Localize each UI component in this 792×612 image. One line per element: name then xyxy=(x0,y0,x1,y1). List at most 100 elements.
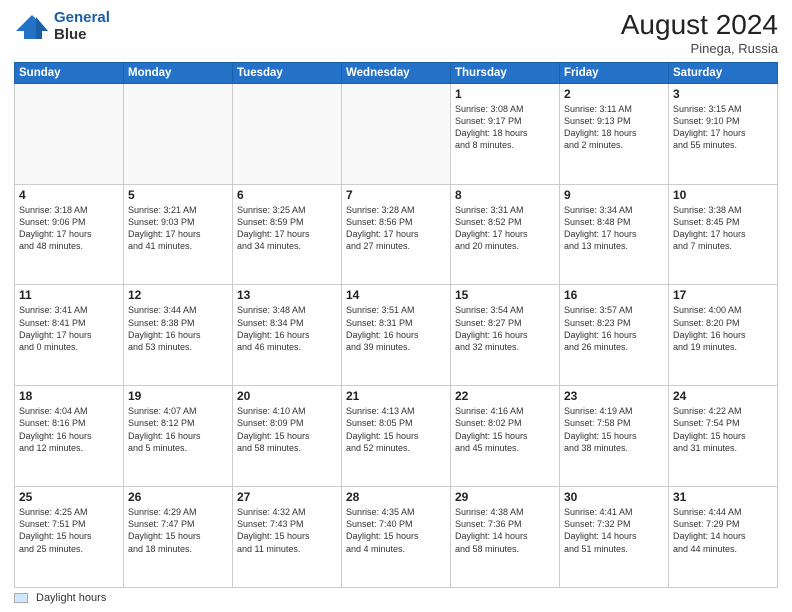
day-number-28: 28 xyxy=(346,490,446,504)
day-cell-15: 15Sunrise: 3:54 AM Sunset: 8:27 PM Dayli… xyxy=(451,285,560,386)
footer: Daylight hours xyxy=(14,592,778,604)
day-info-8: Sunrise: 3:31 AM Sunset: 8:52 PM Dayligh… xyxy=(455,204,555,253)
day-cell-26: 26 Sunrise: 4:29 AM Sunset: 7:47 PM Dayli… xyxy=(124,487,233,588)
day-cell-23: 23Sunrise: 4:19 AM Sunset: 7:58 PM Dayli… xyxy=(560,386,669,487)
day-number-12: 12 xyxy=(128,288,228,302)
day-info-11: Sunrise: 3:41 AM Sunset: 8:41 PM Dayligh… xyxy=(19,304,119,353)
day-cell-11: 11 Sunrise: 3:41 AM Sunset: 8:41 PM Dayli… xyxy=(15,285,124,386)
day-cell-29: 29 Sunrise: 4:38 AM Sunset: 7:36 PM Dayli… xyxy=(451,487,560,588)
weekday-header-row: SundayMondayTuesdayWednesdayThursdayFrid… xyxy=(15,62,778,83)
day-number-17: 17 xyxy=(673,288,773,302)
weekday-header-saturday: Saturday xyxy=(669,62,778,83)
calendar-table: SundayMondayTuesdayWednesdayThursdayFrid… xyxy=(14,62,778,588)
day-number-4: 4 xyxy=(19,188,119,202)
logo-text: General Blue xyxy=(54,10,110,43)
title-block: August 2024 Pinega, Russia xyxy=(621,10,778,56)
day-cell-12: 12 Sunrise: 3:44 AM Sunset: 8:38 PM Dayli… xyxy=(124,285,233,386)
week-row-3: 18Sunrise: 4:04 AM Sunset: 8:16 PM Dayli… xyxy=(15,386,778,487)
empty-cell xyxy=(124,83,233,184)
header: General Blue August 2024 Pinega, Russia xyxy=(14,10,778,56)
day-number-5: 5 xyxy=(128,188,228,202)
day-cell-1: 1 Sunrise: 3:08 AM Sunset: 9:17 PM Daylig… xyxy=(451,83,560,184)
day-number-7: 7 xyxy=(346,188,446,202)
empty-cell xyxy=(233,83,342,184)
day-number-27: 27 xyxy=(237,490,337,504)
day-cell-16: 16Sunrise: 3:57 AM Sunset: 8:23 PM Dayli… xyxy=(560,285,669,386)
day-number-26: 26 xyxy=(128,490,228,504)
day-cell-10: 10 Sunrise: 3:38 AM Sunset: 8:45 PM Dayli… xyxy=(669,184,778,285)
day-number-9: 9 xyxy=(564,188,664,202)
day-info-27: Sunrise: 4:32 AM Sunset: 7:43 PM Dayligh… xyxy=(237,506,337,555)
day-info-25: Sunrise: 4:25 AM Sunset: 7:51 PM Dayligh… xyxy=(19,506,119,555)
day-cell-22: 22 Sunrise: 4:16 AM Sunset: 8:02 PM Dayli… xyxy=(451,386,560,487)
day-info-30: Sunrise: 4:41 AM Sunset: 7:32 PM Dayligh… xyxy=(564,506,664,555)
day-info-14: Sunrise: 3:51 AM Sunset: 8:31 PM Dayligh… xyxy=(346,304,446,353)
day-number-2: 2 xyxy=(564,87,664,101)
day-number-10: 10 xyxy=(673,188,773,202)
day-cell-17: 17 Sunrise: 4:00 AM Sunset: 8:20 PM Dayli… xyxy=(669,285,778,386)
day-number-25: 25 xyxy=(19,490,119,504)
day-cell-27: 27 Sunrise: 4:32 AM Sunset: 7:43 PM Dayli… xyxy=(233,487,342,588)
daylight-legend-box xyxy=(14,593,28,603)
day-cell-21: 21 Sunrise: 4:13 AM Sunset: 8:05 PM Dayli… xyxy=(342,386,451,487)
day-cell-2: 2 Sunrise: 3:11 AM Sunset: 9:13 PM Daylig… xyxy=(560,83,669,184)
weekday-header-sunday: Sunday xyxy=(15,62,124,83)
day-info-21: Sunrise: 4:13 AM Sunset: 8:05 PM Dayligh… xyxy=(346,405,446,454)
day-number-15: 15 xyxy=(455,288,555,302)
day-cell-3: 3Sunrise: 3:15 AM Sunset: 9:10 PM Daylig… xyxy=(669,83,778,184)
logo-icon xyxy=(14,13,50,41)
day-info-17: Sunrise: 4:00 AM Sunset: 8:20 PM Dayligh… xyxy=(673,304,773,353)
week-row-2: 11 Sunrise: 3:41 AM Sunset: 8:41 PM Dayli… xyxy=(15,285,778,386)
location: Pinega, Russia xyxy=(621,41,778,56)
empty-cell xyxy=(15,83,124,184)
day-cell-4: 4 Sunrise: 3:18 AM Sunset: 9:06 PM Daylig… xyxy=(15,184,124,285)
day-number-21: 21 xyxy=(346,389,446,403)
day-number-11: 11 xyxy=(19,288,119,302)
day-info-29: Sunrise: 4:38 AM Sunset: 7:36 PM Dayligh… xyxy=(455,506,555,555)
weekday-header-monday: Monday xyxy=(124,62,233,83)
day-info-22: Sunrise: 4:16 AM Sunset: 8:02 PM Dayligh… xyxy=(455,405,555,454)
logo-blue: Blue xyxy=(54,26,87,43)
day-info-26: Sunrise: 4:29 AM Sunset: 7:47 PM Dayligh… xyxy=(128,506,228,555)
day-cell-30: 30Sunrise: 4:41 AM Sunset: 7:32 PM Dayli… xyxy=(560,487,669,588)
week-row-0: 1 Sunrise: 3:08 AM Sunset: 9:17 PM Daylig… xyxy=(15,83,778,184)
day-number-19: 19 xyxy=(128,389,228,403)
empty-cell xyxy=(342,83,451,184)
day-info-4: Sunrise: 3:18 AM Sunset: 9:06 PM Dayligh… xyxy=(19,204,119,253)
day-number-6: 6 xyxy=(237,188,337,202)
day-cell-20: 20 Sunrise: 4:10 AM Sunset: 8:09 PM Dayli… xyxy=(233,386,342,487)
day-info-9: Sunrise: 3:34 AM Sunset: 8:48 PM Dayligh… xyxy=(564,204,664,253)
page: General Blue August 2024 Pinega, Russia … xyxy=(0,0,792,612)
day-cell-7: 7 Sunrise: 3:28 AM Sunset: 8:56 PM Daylig… xyxy=(342,184,451,285)
day-number-3: 3 xyxy=(673,87,773,101)
day-info-1: Sunrise: 3:08 AM Sunset: 9:17 PM Dayligh… xyxy=(455,103,555,152)
day-number-1: 1 xyxy=(455,87,555,101)
month-year: August 2024 xyxy=(621,10,778,41)
day-info-20: Sunrise: 4:10 AM Sunset: 8:09 PM Dayligh… xyxy=(237,405,337,454)
day-cell-28: 28 Sunrise: 4:35 AM Sunset: 7:40 PM Dayli… xyxy=(342,487,451,588)
day-info-16: Sunrise: 3:57 AM Sunset: 8:23 PM Dayligh… xyxy=(564,304,664,353)
day-cell-6: 6 Sunrise: 3:25 AM Sunset: 8:59 PM Daylig… xyxy=(233,184,342,285)
day-cell-19: 19Sunrise: 4:07 AM Sunset: 8:12 PM Dayli… xyxy=(124,386,233,487)
day-cell-31: 31Sunrise: 4:44 AM Sunset: 7:29 PM Dayli… xyxy=(669,487,778,588)
day-cell-5: 5Sunrise: 3:21 AM Sunset: 9:03 PM Daylig… xyxy=(124,184,233,285)
day-number-14: 14 xyxy=(346,288,446,302)
day-info-10: Sunrise: 3:38 AM Sunset: 8:45 PM Dayligh… xyxy=(673,204,773,253)
day-cell-8: 8Sunrise: 3:31 AM Sunset: 8:52 PM Daylig… xyxy=(451,184,560,285)
day-number-20: 20 xyxy=(237,389,337,403)
week-row-1: 4 Sunrise: 3:18 AM Sunset: 9:06 PM Daylig… xyxy=(15,184,778,285)
day-info-12: Sunrise: 3:44 AM Sunset: 8:38 PM Dayligh… xyxy=(128,304,228,353)
weekday-header-thursday: Thursday xyxy=(451,62,560,83)
day-number-29: 29 xyxy=(455,490,555,504)
week-row-4: 25 Sunrise: 4:25 AM Sunset: 7:51 PM Dayli… xyxy=(15,487,778,588)
day-info-7: Sunrise: 3:28 AM Sunset: 8:56 PM Dayligh… xyxy=(346,204,446,253)
day-number-22: 22 xyxy=(455,389,555,403)
day-info-6: Sunrise: 3:25 AM Sunset: 8:59 PM Dayligh… xyxy=(237,204,337,253)
day-info-31: Sunrise: 4:44 AM Sunset: 7:29 PM Dayligh… xyxy=(673,506,773,555)
day-info-2: Sunrise: 3:11 AM Sunset: 9:13 PM Dayligh… xyxy=(564,103,664,152)
day-cell-25: 25 Sunrise: 4:25 AM Sunset: 7:51 PM Dayli… xyxy=(15,487,124,588)
day-cell-18: 18Sunrise: 4:04 AM Sunset: 8:16 PM Dayli… xyxy=(15,386,124,487)
day-cell-9: 9 Sunrise: 3:34 AM Sunset: 8:48 PM Daylig… xyxy=(560,184,669,285)
logo-general: General xyxy=(54,9,110,26)
day-info-28: Sunrise: 4:35 AM Sunset: 7:40 PM Dayligh… xyxy=(346,506,446,555)
